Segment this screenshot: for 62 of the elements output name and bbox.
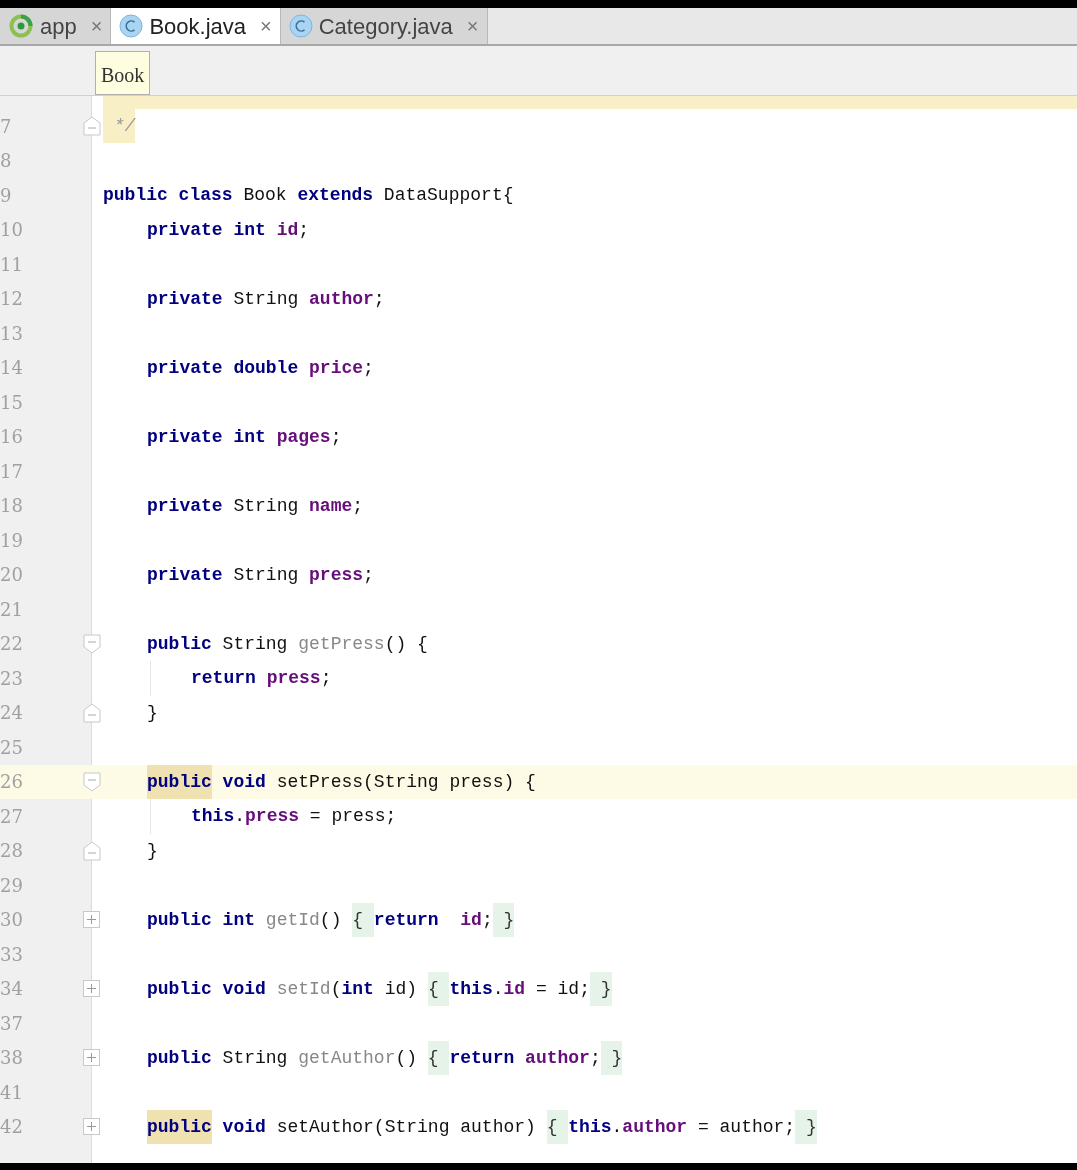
code-line: private double price;: [147, 356, 374, 380]
code-line: public String getAuthor() { return author; }: [147, 1040, 623, 1075]
fold-icon[interactable]: [83, 771, 101, 792]
line-number: 29: [0, 873, 23, 898]
line-number: 41: [0, 1080, 23, 1105]
line-number: 8: [0, 149, 12, 174]
fold-icon[interactable]: [83, 116, 101, 137]
line-number: 33: [0, 942, 23, 967]
line-number: 26: [0, 770, 23, 795]
breadcrumb-popup[interactable]: Book: [95, 51, 151, 95]
line-number: 16: [0, 425, 23, 450]
editor-tab[interactable]: Category.java ×: [280, 8, 488, 44]
line-number: 24: [0, 701, 23, 726]
expand-icon[interactable]: [83, 1049, 100, 1067]
editor-tab[interactable]: Book.java ×: [111, 8, 281, 44]
code-line: public void setId(int id) { this.id = id; }: [147, 971, 612, 1006]
fold-icon[interactable]: [83, 633, 101, 654]
code-line: public void setPress(String press) {: [147, 764, 536, 799]
line-number: 13: [0, 321, 23, 346]
line-number: 30: [0, 908, 23, 933]
line-number: 21: [0, 597, 23, 622]
line-number: 28: [0, 839, 23, 864]
line-number: 10: [0, 218, 23, 243]
code-line: }: [147, 701, 158, 725]
line-number: 42: [0, 1115, 23, 1140]
code-line: private int pages;: [147, 425, 342, 449]
code-line: public String getPress() {: [147, 632, 428, 656]
close-button[interactable]: ×: [260, 11, 272, 41]
line-number: 19: [0, 528, 23, 553]
module-icon: [8, 13, 34, 39]
code-line: private String press;: [147, 563, 374, 587]
line-number: 18: [0, 494, 23, 519]
line-number: 11: [0, 252, 23, 277]
line-number: 38: [0, 1046, 23, 1071]
line-number: 7: [0, 114, 12, 139]
line-number: 37: [0, 1011, 23, 1036]
code-line: public class Book extends DataSupport{: [103, 184, 514, 208]
class-icon: [288, 14, 313, 38]
editor-tab[interactable]: app ×: [0, 8, 112, 44]
code-line: public int getId() { return id; }: [147, 902, 515, 937]
line-number: 17: [0, 459, 23, 484]
line-number: 22: [0, 632, 23, 657]
expand-icon[interactable]: [83, 980, 100, 998]
code-line: return press;: [191, 667, 332, 691]
code-line: }: [147, 839, 158, 863]
line-number: 23: [0, 666, 23, 691]
line-number: 25: [0, 735, 23, 760]
code-line: this.press = press;: [191, 805, 397, 829]
expand-icon[interactable]: [83, 1118, 100, 1136]
line-number: 14: [0, 356, 23, 381]
code-line: private String name;: [147, 494, 364, 518]
code-line: private String author;: [147, 287, 385, 311]
line-number: 12: [0, 287, 23, 312]
line-number: 20: [0, 563, 23, 588]
code-line: private int id;: [147, 218, 310, 242]
code-line: public void setAuthor(String author) { this.author = author; }: [147, 1109, 817, 1144]
class-icon: [119, 14, 144, 38]
line-number: 15: [0, 390, 23, 415]
line-number: 27: [0, 804, 23, 829]
expand-icon[interactable]: [83, 911, 100, 929]
line-number: 34: [0, 977, 23, 1002]
line-number: 9: [0, 183, 12, 208]
